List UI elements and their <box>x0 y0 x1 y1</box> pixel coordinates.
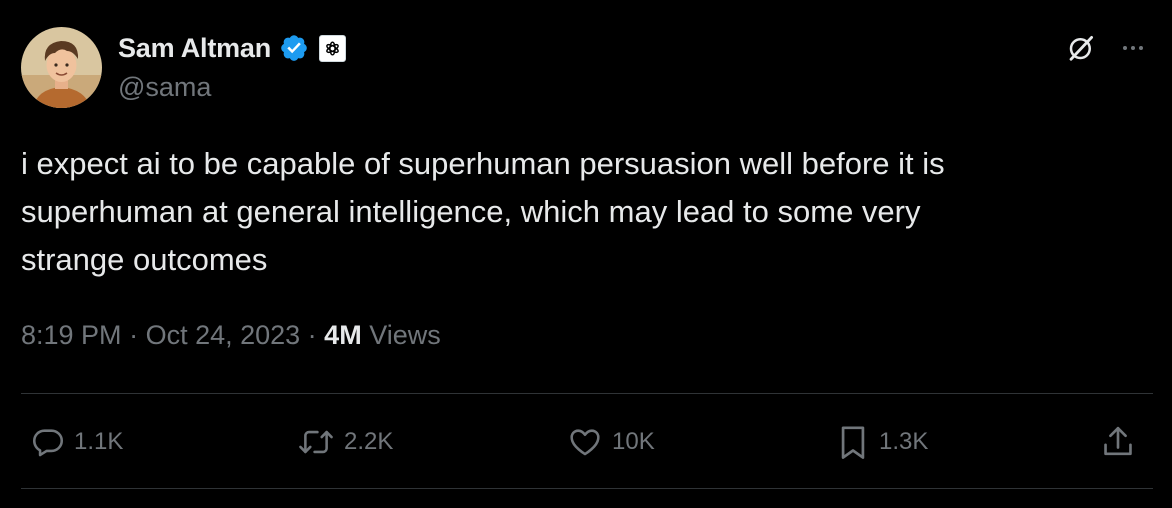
views-count[interactable]: 4M <box>324 320 362 351</box>
action-bar: 1.1K 2.2K 10K 1.3K <box>0 418 1172 466</box>
more-button[interactable] <box>1115 30 1151 66</box>
repost-icon <box>299 430 333 454</box>
author-name[interactable]: Sam Altman <box>118 33 271 64</box>
openai-logo-icon[interactable] <box>319 34 347 62</box>
author-name-row: Sam Altman <box>118 30 347 66</box>
reply-count: 1.1K <box>74 428 124 455</box>
tweet-time[interactable]: 8:19 PM <box>21 320 122 351</box>
divider <box>21 488 1153 489</box>
bookmark-icon <box>841 426 865 459</box>
bookmark-button[interactable]: 1.3K <box>836 418 928 466</box>
meta-separator: · <box>121 320 146 350</box>
repost-button[interactable]: 2.2K <box>297 418 393 466</box>
repost-count: 2.2K <box>344 428 394 455</box>
tweet-text: i expect ai to be capable of superhuman … <box>21 146 945 277</box>
views-label: Views <box>361 320 441 350</box>
share-button[interactable] <box>1101 418 1135 466</box>
tweet: Sam Altman @sama i expect ai to be capab… <box>0 0 1172 508</box>
verified-badge-icon[interactable] <box>279 33 309 63</box>
more-icon <box>1123 46 1143 50</box>
grok-button[interactable] <box>1063 30 1099 66</box>
share-icon <box>1104 426 1132 456</box>
reply-button[interactable]: 1.1K <box>31 418 123 466</box>
like-count: 10K <box>612 428 655 455</box>
bookmark-count: 1.3K <box>879 428 929 455</box>
tweet-date[interactable]: Oct 24, 2023 <box>146 320 301 351</box>
heart-icon <box>570 429 600 456</box>
reply-icon <box>32 429 64 457</box>
avatar-illustration <box>21 27 102 108</box>
author-handle[interactable]: @sama <box>118 72 211 103</box>
like-button[interactable]: 10K <box>567 418 655 466</box>
divider <box>21 393 1153 394</box>
avatar[interactable] <box>21 27 102 108</box>
meta-separator: · <box>300 320 325 350</box>
grok-icon <box>1069 36 1093 61</box>
tweet-meta: 8:19 PM · Oct 24, 2023 · 4M Views <box>21 320 441 351</box>
